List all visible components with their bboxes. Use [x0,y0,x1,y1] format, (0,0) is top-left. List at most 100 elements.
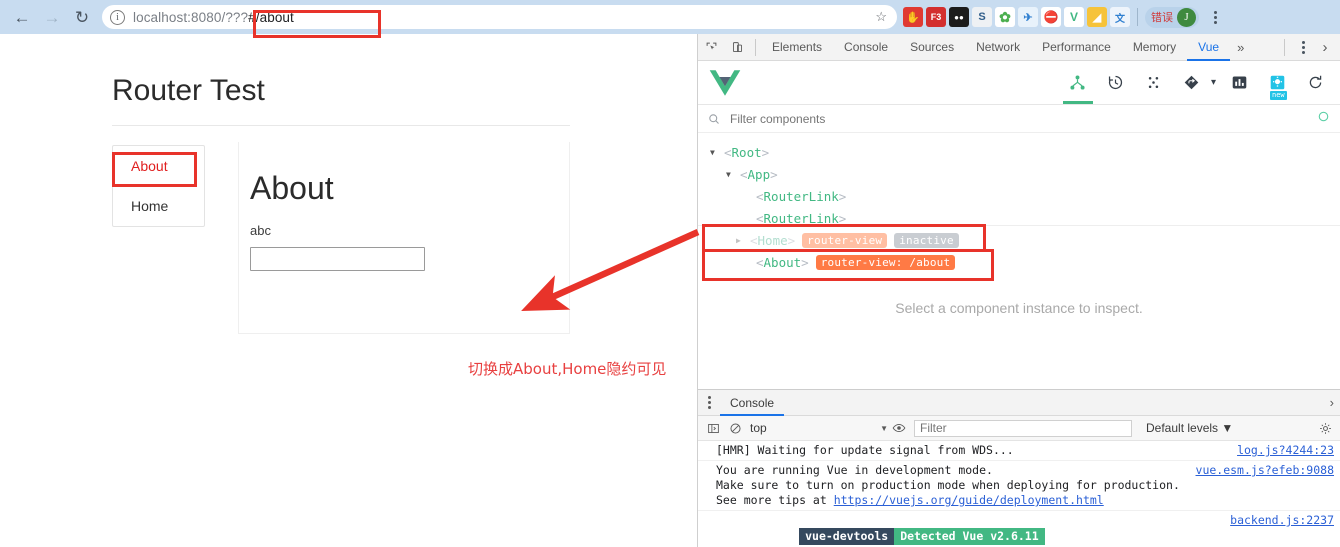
console-log-source[interactable]: log.js?4244:23 [1237,443,1334,457]
tree-row-home[interactable]: <Home> router-view inactive [710,229,1340,251]
tab-network[interactable]: Network [965,34,1031,61]
url-hash: #/about [248,9,294,25]
colorful-extension-icon[interactable]: ◢ [1087,7,1107,27]
console-log-row[interactable]: You are running Vue in development mode.… [698,461,1340,511]
select-target-icon[interactable] [1317,110,1330,128]
component-tree-icon[interactable] [1063,62,1093,104]
text-input[interactable] [250,247,425,271]
console-drawer: Console › top ▼ Default levels ▼ [698,389,1340,547]
toolbar-divider [1137,8,1138,26]
execution-context-select[interactable]: top ▼ [750,421,888,435]
live-expression-eye-icon[interactable] [888,417,910,439]
feedly-extension-icon[interactable]: F3 [926,7,946,27]
extensions-bar: ✋ F3 ●● S ✿ ✈ ⛔ V ◢ 文 错误 J [903,6,1224,28]
sdownload-extension-icon[interactable]: S [972,7,992,27]
adblock-extension-icon[interactable]: ✋ [903,7,923,27]
chevron-down-icon: ▼ [880,423,888,433]
tree-node-label: <App> [740,166,778,182]
performance-chart-icon[interactable] [1224,62,1254,104]
vue-logo-icon [709,69,741,96]
routing-icon[interactable] [1177,62,1207,104]
chevron-down-icon[interactable] [710,148,724,157]
profile-button[interactable]: 错误 J [1145,6,1199,28]
device-toolbar-icon[interactable] [724,34,750,60]
devtools-close-icon[interactable]: › [1312,34,1338,60]
console-menu-icon[interactable] [698,396,720,409]
vue-devtools-extension-icon[interactable]: V [1064,7,1084,27]
tab-console-drawer[interactable]: Console [720,390,784,416]
view-title: About [250,170,334,206]
devtools-settings-kebab-icon[interactable] [1294,40,1312,54]
nav-item-about-label: About [131,158,168,174]
tab-console[interactable]: Console [833,34,899,61]
bird-extension-icon[interactable]: ✈ [1018,7,1038,27]
settings-new-icon[interactable]: new [1262,62,1292,104]
tab-performance[interactable]: Performance [1031,34,1122,61]
badge-router-view-about: router-view: /about [815,254,956,270]
timeline-history-icon[interactable] [1101,62,1131,104]
devtools-tabbar: Elements Console Sources Network Perform… [698,34,1340,61]
tree-row-routerlink-2[interactable]: <RouterLink> [710,207,1340,229]
console-settings-icon[interactable] [1314,417,1336,439]
nav-item-about[interactable]: About [113,146,204,186]
tab-elements[interactable]: Elements [761,34,833,61]
filter-components-input[interactable] [728,110,1128,127]
nav-item-home[interactable]: Home [113,186,204,226]
component-filter-row [698,105,1340,133]
console-drawer-close-icon[interactable]: › [1330,395,1340,410]
console-log-source[interactable]: vue.esm.js?efeb:9088 [1196,463,1334,477]
browser-toolbar: ← → ↻ i localhost:8080/???#/about ☆ ✋ F3… [0,0,1340,34]
console-toolbar-right [1314,417,1336,439]
badge-router-view: router-view [802,232,888,248]
tree-row-root[interactable]: <Root> [710,141,1340,163]
tree-row-app[interactable]: <App> [710,163,1340,185]
browser-menu-icon[interactable] [1206,10,1224,24]
site-info-icon[interactable]: i [110,9,125,25]
tree-row-about[interactable]: <About> router-view: /about [710,251,1340,273]
vue-devtools-tag-pair: vue-devtools Detected Vue v2.6.11 [799,528,1045,545]
evernote-extension-icon[interactable]: ✿ [995,7,1015,27]
vuex-icon[interactable] [1139,62,1169,104]
title-divider [112,125,570,126]
bookmark-star-icon[interactable]: ☆ [875,9,887,25]
url-host: localhost:8080/??? [133,9,249,25]
console-log-row[interactable]: vue-devtools Detected Vue v2.6.11 backend… [698,511,1340,547]
tabbar-divider-right [1284,38,1285,56]
annotation-text: 切换成About,Home隐约可见 [468,360,667,378]
tab-vue[interactable]: Vue [1187,34,1230,61]
console-messages: [HMR] Waiting for update signal from WDS… [698,441,1340,547]
translate-extension-icon[interactable]: 文 [1110,7,1130,27]
deployment-guide-link[interactable]: https://vuejs.org/guide/deployment.html [834,493,1104,507]
forward-arrow-icon[interactable]: → [38,3,66,31]
stop-extension-icon[interactable]: ⛔ [1041,7,1061,27]
console-levels-select[interactable]: Default levels ▼ [1146,421,1233,435]
dark-reader-extension-icon[interactable]: ●● [949,7,969,27]
tree-node-label: <Root> [724,144,770,160]
console-log-source[interactable]: backend.js:2237 [1230,513,1334,527]
clear-console-icon[interactable] [724,417,746,439]
address-bar[interactable]: i localhost:8080/???#/about ☆ [102,5,897,29]
tree-node-label: <RouterLink> [756,210,847,226]
more-tabs-icon[interactable]: » [1230,34,1251,61]
annotation-arrow [521,229,700,311]
show-console-sidebar-icon[interactable] [702,417,724,439]
tree-node-label: <Home> [750,232,796,248]
back-arrow-icon[interactable]: ← [8,3,36,31]
search-icon [709,113,719,124]
nav-item-home-label: Home [131,198,169,214]
address-bar-url: localhost:8080/???#/about [133,10,294,25]
tab-memory[interactable]: Memory [1122,34,1187,61]
refresh-icon[interactable] [1300,62,1330,104]
chevron-down-icon[interactable]: ▾ [1211,77,1216,88]
vue-devtools-toolbar: ▾ new [698,61,1340,105]
avatar[interactable]: J [1177,7,1196,27]
inspect-element-icon[interactable] [698,34,724,60]
console-log-row[interactable]: [HMR] Waiting for update signal from WDS… [698,441,1340,461]
tree-row-routerlink-1[interactable]: <RouterLink> [710,185,1340,207]
tree-node-label: <About> [756,254,809,270]
tabbar-divider [755,38,756,56]
console-filter-input[interactable] [914,419,1132,437]
tab-sources[interactable]: Sources [899,34,965,61]
chevron-down-icon[interactable] [726,170,740,179]
reload-icon[interactable]: ↻ [68,3,96,31]
